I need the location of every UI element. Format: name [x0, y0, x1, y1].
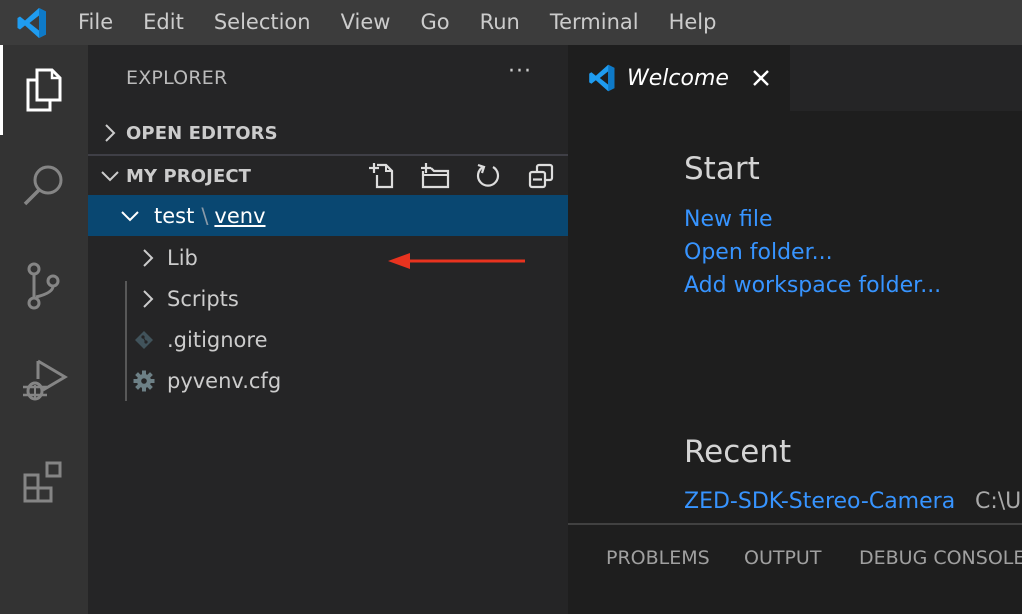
more-actions-button[interactable]: ··· [508, 59, 532, 84]
collapse-all-button[interactable] [523, 159, 558, 194]
refresh-icon [476, 163, 499, 187]
tab-bar: Welcome [568, 45, 1022, 111]
tree-file-gitignore[interactable]: .gitignore [88, 319, 568, 360]
open-folder-link[interactable]: Open folder... [684, 240, 833, 265]
menu-help[interactable]: Help [654, 0, 732, 45]
gear-icon [133, 370, 155, 392]
folder-parent-label: test [154, 203, 195, 228]
new-file-icon [368, 163, 393, 189]
menu-terminal[interactable]: Terminal [535, 0, 654, 45]
menu-edit[interactable]: Edit [128, 0, 199, 45]
extensions-icon [23, 461, 62, 503]
panel-tab-output[interactable]: OUTPUT [744, 547, 821, 569]
recent-item-link[interactable]: ZED-SDK-Stereo-Camera [684, 489, 955, 514]
tab-welcome[interactable]: Welcome [568, 45, 790, 111]
open-editors-label: OPEN EDITORS [126, 122, 278, 144]
explorer-sidebar: EXPLORER ··· OPEN EDITORS MY PROJECT tes… [88, 45, 568, 614]
activity-extensions[interactable] [0, 437, 88, 527]
git-icon [133, 330, 155, 350]
tab-label: Welcome [627, 65, 729, 91]
new-file-link[interactable]: New file [684, 207, 772, 232]
debug-icon [23, 359, 68, 401]
vscode-logo-icon [0, 0, 64, 45]
folder-name-label: venv [214, 203, 266, 228]
menu-bar: File Edit Selection View Go Run Terminal… [0, 0, 1022, 45]
activity-search[interactable] [0, 140, 88, 230]
add-workspace-folder-link[interactable]: Add workspace folder... [684, 273, 941, 298]
chevron-down-icon [119, 209, 141, 223]
tree-item-label: pyvenv.cfg [167, 368, 282, 393]
chevron-right-icon [137, 248, 159, 268]
open-editors-section[interactable]: OPEN EDITORS [88, 113, 568, 153]
explorer-title: EXPLORER [126, 67, 228, 89]
close-icon[interactable] [748, 65, 774, 91]
my-project-label: MY PROJECT [126, 165, 252, 187]
start-heading: Start [684, 151, 760, 187]
chevron-down-icon [88, 169, 126, 183]
annotation-arrow [388, 253, 525, 269]
tree-item-label: Lib [167, 245, 198, 270]
path-separator: \ [201, 203, 209, 228]
activity-explorer[interactable] [0, 45, 88, 135]
menu-file[interactable]: File [64, 0, 128, 45]
vscode-logo-icon [587, 63, 619, 93]
activity-source-control[interactable] [0, 241, 88, 331]
tree-folder-venv[interactable]: test \ venv [88, 195, 568, 236]
collapse-all-icon [528, 163, 553, 189]
new-folder-button[interactable] [417, 159, 452, 194]
new-folder-icon [420, 163, 449, 189]
menu-run[interactable]: Run [465, 0, 535, 45]
activity-run-debug[interactable] [0, 335, 88, 425]
recent-item-path: C:\U [975, 489, 1022, 514]
panel-tab-problems[interactable]: PROBLEMS [606, 547, 710, 569]
project-actions [364, 156, 558, 196]
menu-go[interactable]: Go [405, 0, 464, 45]
menu-view[interactable]: View [326, 0, 406, 45]
tree-item-label: .gitignore [167, 327, 268, 352]
chevron-right-icon [88, 123, 126, 143]
source-control-icon [27, 262, 60, 310]
tree-folder-scripts[interactable]: Scripts [88, 278, 568, 319]
bottom-panel: PROBLEMS OUTPUT DEBUG CONSOLE [568, 523, 1022, 614]
recent-heading: Recent [684, 434, 792, 470]
search-icon [23, 165, 63, 206]
tree-file-pyvenv[interactable]: pyvenv.cfg [88, 360, 568, 401]
chevron-right-icon [137, 289, 159, 309]
files-icon [26, 68, 62, 112]
panel-tab-debug-console[interactable]: DEBUG CONSOLE [859, 547, 1022, 569]
refresh-button[interactable] [470, 159, 505, 194]
new-file-button[interactable] [364, 159, 399, 194]
menu-selection[interactable]: Selection [199, 0, 326, 45]
my-project-section[interactable]: MY PROJECT [88, 156, 568, 196]
activity-bar [0, 45, 88, 614]
tree-item-label: Scripts [167, 286, 239, 311]
